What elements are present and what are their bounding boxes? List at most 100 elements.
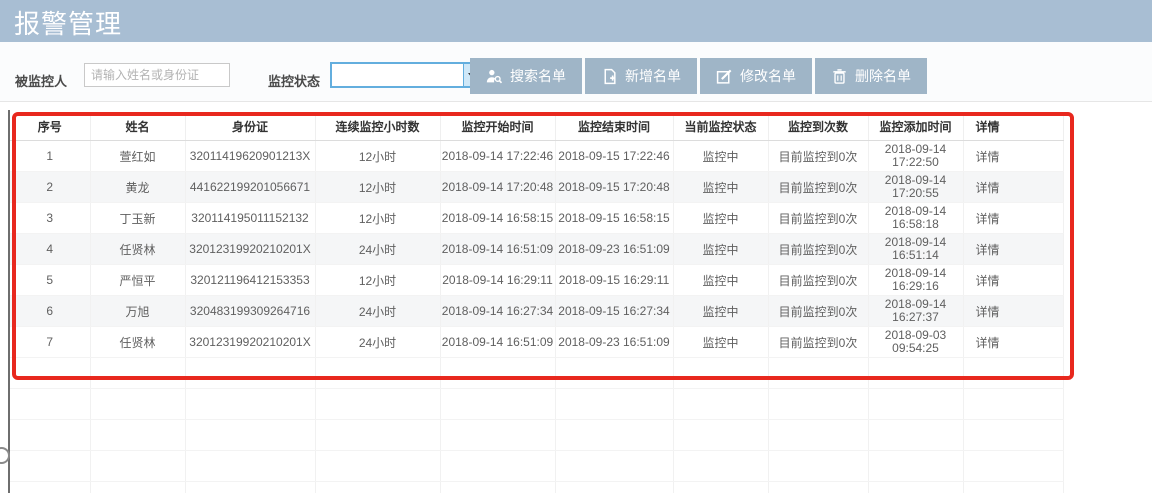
cell-hours: 24小时 xyxy=(315,234,440,265)
page-title: 报警管理 xyxy=(14,4,122,41)
cell-hours: 12小时 xyxy=(315,203,440,234)
detail-link[interactable]: 详情 xyxy=(963,141,1063,172)
cell-hours: 12小时 xyxy=(315,265,440,296)
detail-link[interactable]: 详情 xyxy=(963,203,1063,234)
added-time: 16:58:18 xyxy=(892,217,939,231)
cell-hours: 24小时 xyxy=(315,296,440,327)
cell-name: 任贤林 xyxy=(90,327,185,358)
cell-name: 万旭 xyxy=(90,296,185,327)
cell-id-card: 320483199309264716 xyxy=(185,296,315,327)
empty-row xyxy=(10,482,1063,493)
trash-icon xyxy=(831,68,848,85)
cell-added-time: 2018-09-1416:29:16 xyxy=(868,265,963,296)
delete-list-button[interactable]: 删除名单 xyxy=(815,58,927,94)
cell-id-card: 32011419620901213X xyxy=(185,141,315,172)
cell-name: 黄龙 xyxy=(90,172,185,203)
added-date: 2018-09-14 xyxy=(885,142,946,156)
cell-end-time: 2018-09-15 16:29:11 xyxy=(555,265,673,296)
cell-end-time: 2018-09-23 16:51:09 xyxy=(555,234,673,265)
header-index: 序号 xyxy=(10,112,90,141)
detail-link[interactable]: 详情 xyxy=(963,296,1063,327)
cell-added-time: 2018-09-1417:20:55 xyxy=(868,172,963,203)
search-list-button-label: 搜索名单 xyxy=(510,66,566,86)
cell-name: 丁玉新 xyxy=(90,203,185,234)
search-list-button[interactable]: 搜索名单 xyxy=(470,58,582,94)
cell-status: 监控中 xyxy=(673,172,768,203)
cell-index: 3 xyxy=(10,203,90,234)
cell-status: 监控中 xyxy=(673,141,768,172)
cell-id-card: 441622199201056671 xyxy=(185,172,315,203)
cell-start-time: 2018-09-14 16:29:11 xyxy=(440,265,555,296)
cell-name: 萱红如 xyxy=(90,141,185,172)
empty-row xyxy=(10,420,1063,451)
monitored-person-label: 被监控人 xyxy=(15,71,67,90)
cell-count: 目前监控到0次 xyxy=(768,296,868,327)
monitor-list-table: 序号 姓名 身份证 连续监控小时数 监控开始时间 监控结束时间 当前监控状态 监… xyxy=(10,112,1064,493)
monitored-person-input[interactable] xyxy=(84,63,230,87)
cell-count: 目前监控到0次 xyxy=(768,234,868,265)
cell-added-time: 2018-09-1417:22:50 xyxy=(868,141,963,172)
add-list-button-label: 新增名单 xyxy=(625,66,681,86)
detail-link[interactable]: 详情 xyxy=(963,172,1063,203)
cell-index: 4 xyxy=(10,234,90,265)
table-row: 3 丁玉新 320114195011152132 12小时 2018-09-14… xyxy=(10,203,1063,234)
add-list-button[interactable]: 新增名单 xyxy=(585,58,697,94)
cell-end-time: 2018-09-15 17:20:48 xyxy=(555,172,673,203)
edit-list-button-label: 修改名单 xyxy=(740,66,796,86)
cell-id-card: 320121196412153353 xyxy=(185,265,315,296)
table-row: 1 萱红如 32011419620901213X 12小时 2018-09-14… xyxy=(10,141,1063,172)
table-row: 6 万旭 320483199309264716 24小时 2018-09-14 … xyxy=(10,296,1063,327)
cell-start-time: 2018-09-14 16:51:09 xyxy=(440,234,555,265)
cell-hours: 12小时 xyxy=(315,141,440,172)
table-header-row: 序号 姓名 身份证 连续监控小时数 监控开始时间 监控结束时间 当前监控状态 监… xyxy=(10,112,1063,141)
cell-start-time: 2018-09-14 17:20:48 xyxy=(440,172,555,203)
detail-link[interactable]: 详情 xyxy=(963,327,1063,358)
filter-toolbar: 被监控人 监控状态 搜索名单 新增名单 修改名单 删除 xyxy=(0,42,1152,102)
table-row: 7 任贤林 32012319920210201X 24小时 2018-09-14… xyxy=(10,327,1063,358)
monitor-status-label: 监控状态 xyxy=(268,71,320,90)
cell-status: 监控中 xyxy=(673,203,768,234)
added-date: 2018-09-14 xyxy=(885,266,946,280)
cell-count: 目前监控到0次 xyxy=(768,203,868,234)
added-date: 2018-09-14 xyxy=(885,235,946,249)
table-row: 4 任贤林 32012319920210201X 24小时 2018-09-14… xyxy=(10,234,1063,265)
cell-status: 监控中 xyxy=(673,296,768,327)
cell-added-time: 2018-09-1416:51:14 xyxy=(868,234,963,265)
added-time: 16:51:14 xyxy=(892,248,939,262)
monitor-status-select[interactable] xyxy=(330,62,482,88)
header-end-time: 监控结束时间 xyxy=(555,112,673,141)
header-current-status: 当前监控状态 xyxy=(673,112,768,141)
header-added-time: 监控添加时间 xyxy=(868,112,963,141)
page-header-bar: 报警管理 xyxy=(0,0,1152,42)
cell-count: 目前监控到0次 xyxy=(768,141,868,172)
cell-name: 任贤林 xyxy=(90,234,185,265)
cell-added-time: 2018-09-0309:54:25 xyxy=(868,327,963,358)
cell-status: 监控中 xyxy=(673,234,768,265)
cell-added-time: 2018-09-1416:58:18 xyxy=(868,203,963,234)
person-with-magnifier-icon xyxy=(486,68,503,85)
cell-index: 1 xyxy=(10,141,90,172)
table-row: 2 黄龙 441622199201056671 12小时 2018-09-14 … xyxy=(10,172,1063,203)
cell-hours: 12小时 xyxy=(315,172,440,203)
action-buttons: 搜索名单 新增名单 修改名单 删除名单 xyxy=(470,58,927,94)
cell-id-card: 320114195011152132 xyxy=(185,203,315,234)
cell-index: 7 xyxy=(10,327,90,358)
cell-index: 5 xyxy=(10,265,90,296)
detail-link[interactable]: 详情 xyxy=(963,234,1063,265)
added-date: 2018-09-14 xyxy=(885,204,946,218)
header-start-time: 监控开始时间 xyxy=(440,112,555,141)
cell-end-time: 2018-09-15 16:27:34 xyxy=(555,296,673,327)
cell-status: 监控中 xyxy=(673,265,768,296)
cell-status: 监控中 xyxy=(673,327,768,358)
header-monitor-count: 监控到次数 xyxy=(768,112,868,141)
edit-list-button[interactable]: 修改名单 xyxy=(700,58,812,94)
cell-end-time: 2018-09-23 16:51:09 xyxy=(555,327,673,358)
added-date: 2018-09-14 xyxy=(885,173,946,187)
cell-id-card: 32012319920210201X xyxy=(185,327,315,358)
pencil-square-icon xyxy=(716,68,733,85)
cell-start-time: 2018-09-14 16:27:34 xyxy=(440,296,555,327)
cell-index: 2 xyxy=(10,172,90,203)
empty-row xyxy=(10,358,1063,389)
detail-link[interactable]: 详情 xyxy=(963,265,1063,296)
added-time: 17:22:50 xyxy=(892,155,939,169)
